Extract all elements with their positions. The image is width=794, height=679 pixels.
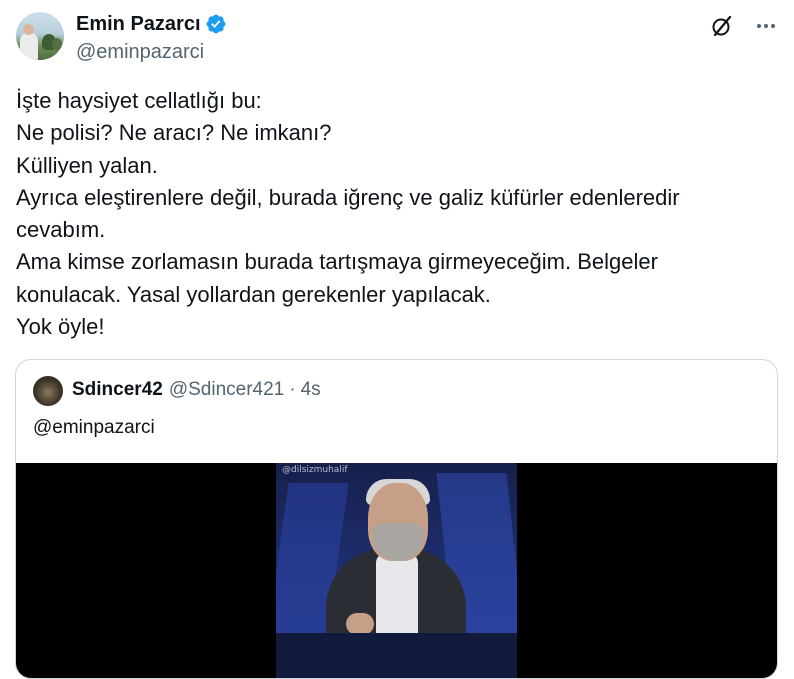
video-frame[interactable]: @dilsizmuhalif [276, 463, 517, 678]
quoted-author-row: Sdincer42 @Sdincer421 · 4s [72, 379, 321, 401]
tweet-text-line: İşte haysiyet cellatlığı bu: [16, 88, 262, 113]
author-avatar[interactable] [16, 12, 64, 60]
quoted-author-handle[interactable]: @Sdincer421 [169, 379, 284, 401]
grok-icon[interactable] [710, 14, 734, 38]
tweet-text-line: Ama kimse zorlamasın burada tartışmaya g… [16, 249, 658, 275]
tweet-text-line: Yok öyle! [16, 314, 105, 340]
quoted-tweet-text[interactable]: @eminpazarci [33, 417, 155, 439]
tweet-text-line: Ayrıca eleştirenlere değil, burada iğren… [16, 184, 680, 210]
quoted-author-avatar[interactable] [33, 376, 63, 406]
separator-dot: · [289, 379, 296, 400]
quoted-author-name[interactable]: Sdincer42 [72, 379, 163, 401]
quoted-timestamp[interactable]: 4s [301, 379, 321, 401]
tweet-text-line: Ne polisi? Ne aracı? Ne imkanı? [16, 120, 332, 146]
tweet-text-line: konulacak. Yasal yollardan gerekenler ya… [16, 281, 491, 307]
tweet-text-line: Külliyen yalan. [16, 152, 158, 178]
author-handle[interactable]: @eminpazarci [76, 40, 204, 64]
tweet-actions-top [710, 14, 778, 38]
tweet-text: İşte haysiyet cellatlığı bu: Ne polisi? … [16, 85, 776, 343]
video-player[interactable]: @dilsizmuhalif [16, 463, 777, 678]
verified-badge-icon[interactable] [205, 13, 227, 35]
tweet-text-line: cevabım. [16, 217, 106, 243]
author-name[interactable]: Emin Pazarcı [76, 11, 201, 37]
quoted-tweet-card[interactable]: Sdincer42 @Sdincer421 · 4s @eminpazarci … [15, 359, 778, 679]
video-watermark: @dilsizmuhalif [282, 465, 348, 475]
author-name-row: Emin Pazarcı [76, 11, 227, 37]
more-options-icon[interactable] [754, 14, 778, 38]
